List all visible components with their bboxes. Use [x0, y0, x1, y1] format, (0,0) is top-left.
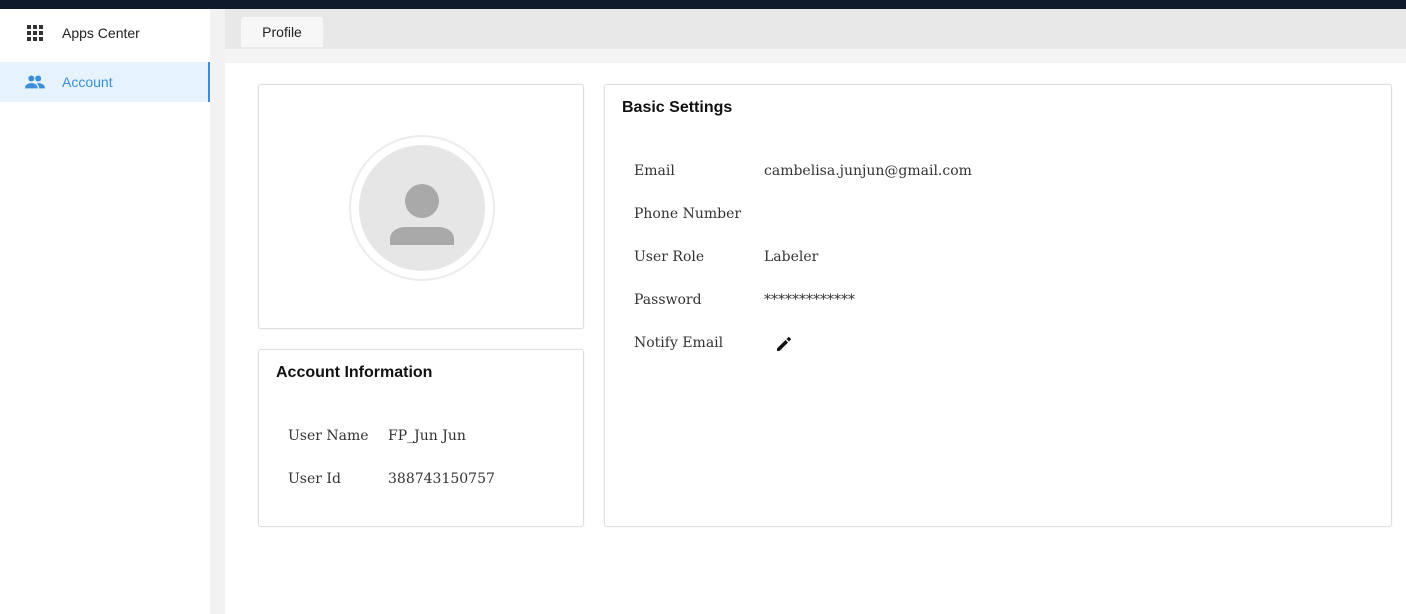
- account-information-card: Account Information User Name FP_Jun Jun…: [258, 349, 584, 527]
- sidebar-divider: [210, 9, 225, 614]
- basic-settings-card: Basic Settings Email cambelisa.junjun@gm…: [604, 84, 1392, 527]
- user-name-value: FP_Jun Jun: [388, 428, 466, 444]
- tab-bar: Profile: [225, 9, 1406, 49]
- sidebar-item-label: Apps Center: [62, 25, 140, 41]
- user-id-value: 388743150757: [388, 471, 495, 487]
- password-label: Password: [634, 292, 702, 308]
- tab-bar-underline: [225, 49, 1406, 63]
- password-value: *************: [764, 292, 855, 308]
- apps-grid-icon: [25, 23, 45, 43]
- phone-number-label: Phone Number: [634, 206, 742, 222]
- tab-profile[interactable]: Profile: [241, 17, 323, 47]
- pencil-edit-icon[interactable]: [775, 335, 793, 358]
- user-name-label: User Name: [288, 428, 369, 444]
- user-silhouette-icon: [390, 184, 454, 245]
- account-information-title: Account Information: [276, 364, 433, 381]
- email-value: cambelisa.junjun@gmail.com: [764, 163, 972, 179]
- sidebar-item-account[interactable]: Account: [0, 62, 210, 102]
- basic-settings-title: Basic Settings: [622, 99, 733, 116]
- sidebar: Apps Center Account: [0, 9, 210, 614]
- user-role-value: Labeler: [764, 249, 819, 265]
- avatar-card: [258, 84, 584, 329]
- avatar-placeholder: [359, 145, 485, 271]
- top-bar: [0, 0, 1406, 9]
- user-role-label: User Role: [634, 249, 705, 265]
- notify-email-label: Notify Email: [634, 335, 724, 351]
- people-icon: [25, 72, 45, 92]
- sidebar-item-label: Account: [62, 74, 113, 90]
- sidebar-item-apps-center[interactable]: Apps Center: [0, 13, 210, 53]
- user-id-label: User Id: [288, 471, 341, 487]
- email-label: Email: [634, 163, 675, 179]
- avatar[interactable]: [349, 135, 495, 281]
